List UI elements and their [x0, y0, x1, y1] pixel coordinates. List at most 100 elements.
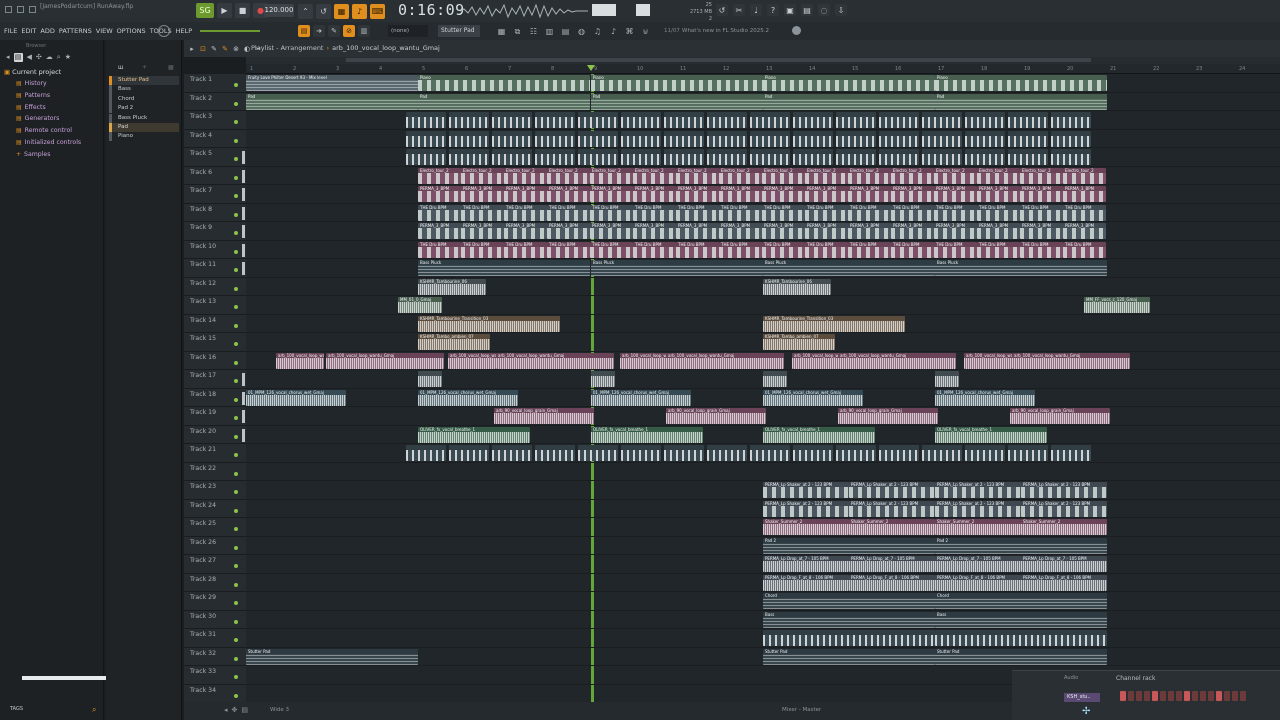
playlist-clip[interactable]: arb_100_vocal_loop_wantu_Gmaj — [964, 352, 1012, 369]
playlist-clip[interactable] — [879, 112, 919, 128]
playlist-clip[interactable]: THE Dru BPM — [418, 241, 461, 258]
collapse-icon[interactable]: ◀ — [27, 53, 32, 61]
playlist-clip[interactable]: PERMA_3_BPM — [1020, 223, 1063, 239]
playlist-clip[interactable]: PERMA_3_BPM — [504, 223, 547, 239]
playlist-clip[interactable] — [492, 130, 532, 147]
playlist-clip[interactable]: THE Dru BPM — [891, 241, 934, 258]
playlist-clip[interactable]: PERMA_3_BPM — [762, 223, 805, 239]
playlist-clip[interactable] — [578, 445, 618, 461]
track-mute-led[interactable] — [234, 286, 238, 291]
playlist-clip[interactable]: Electro_tour_2 — [719, 167, 762, 184]
playlist-clip[interactable]: 01_MPM_126_vocal_chorus_wet_Gmaj — [246, 389, 346, 406]
track-mute-led[interactable] — [234, 83, 238, 87]
playlist-clip[interactable]: PERMA_3_BPM — [676, 186, 719, 202]
draw-mode-icon[interactable]: ▤ — [298, 25, 310, 37]
playlist-clip[interactable]: Bass — [935, 611, 1107, 628]
playlist-clip[interactable] — [535, 445, 575, 461]
track-header[interactable]: Track 22 — [184, 463, 246, 481]
playlist-clip[interactable]: Pad 2 — [763, 537, 935, 554]
track-header[interactable]: Track 1 — [184, 74, 246, 93]
playlist-clip[interactable]: arb_100_vocal_loop_wantu_Gmaj — [620, 352, 668, 369]
playlist-clip[interactable] — [922, 149, 962, 165]
blend-notes-icon[interactable]: ♪ — [352, 4, 367, 19]
playlist-clip[interactable]: KSHMR_Tambo_ambien_07 — [763, 334, 835, 350]
playlist-clip[interactable]: Electro_tour_2 — [633, 167, 676, 184]
playlist-menu-icon[interactable]: ▸ — [188, 44, 196, 53]
playlist-clip[interactable]: Electro_tour_2 — [762, 167, 805, 184]
playlist-clip[interactable]: PERMA_3_BPM — [504, 186, 547, 202]
playlist-clip[interactable] — [879, 149, 919, 165]
track-header[interactable]: Track 30 — [184, 611, 246, 629]
playlist-clip[interactable]: PERMA_3_BPM — [891, 223, 934, 239]
playlist-clip[interactable] — [836, 112, 876, 128]
browser-all-icon[interactable]: ▤ — [13, 52, 23, 62]
playlist-clip[interactable]: THE Dru BPM — [1063, 241, 1106, 258]
playlist-clip[interactable]: Chord — [935, 593, 1107, 609]
playlist-clip[interactable] — [621, 149, 661, 165]
track-volume-bar[interactable] — [242, 410, 245, 423]
help-icon[interactable]: ? — [767, 4, 779, 16]
playlist-clip[interactable]: Bass Pluck — [591, 260, 763, 276]
playlist-clip[interactable] — [1051, 112, 1091, 128]
step-button[interactable] — [1200, 691, 1206, 701]
playlist-clip[interactable] — [1051, 130, 1091, 147]
playlist-clip[interactable]: PERMA_Lp Shaker_at 2 - 123 BPM — [1021, 500, 1107, 517]
timeline-ruler[interactable]: 1 2 3 4 5 6 7 8 9 10 11 12 13 14 15 16 17 18 19 20 21 22 23 24 — [246, 57, 1280, 74]
playlist-clip[interactable]: arb_100_vocal_loop_wantu_Gmaj — [326, 352, 444, 369]
picker-tab-main[interactable]: ш — [118, 64, 124, 71]
playlist-clip[interactable] — [793, 130, 833, 147]
playlist-clip[interactable]: PERMA_Lp Shaker_at 2 - 123 BPM — [849, 500, 935, 517]
playlist-clip[interactable]: Piano — [591, 75, 763, 91]
playlist-clip[interactable]: Electro_tour_2 — [504, 167, 547, 184]
playlist-clip[interactable]: KSHMR_Tambourine_Transition_03 — [418, 315, 560, 332]
playlist-clip[interactable] — [664, 130, 704, 147]
playlist-clip[interactable]: PERMA_3_BPM — [762, 186, 805, 202]
track-header[interactable]: Track 25 — [184, 518, 246, 537]
browser-item-samples[interactable]: + Samples — [4, 149, 103, 161]
playlist-clip[interactable] — [750, 112, 790, 128]
playlist-clip[interactable]: PERMA_Lp Shaker_at 2 - 123 BPM — [935, 500, 1021, 517]
playlist-clip[interactable]: Bass Pluck — [935, 260, 1107, 276]
track-header[interactable]: Track 23 — [184, 481, 246, 500]
playlist-clip[interactable]: THE Dru BPM — [762, 241, 805, 258]
playlist-clip[interactable]: KSHMR_Tambourine_06 — [418, 278, 486, 295]
track-volume-bar[interactable] — [242, 391, 245, 405]
step-button[interactable] — [1192, 691, 1198, 701]
tempo-display[interactable]: 120.000 — [264, 4, 294, 17]
step-button[interactable] — [1216, 691, 1222, 701]
track-volume-bar[interactable] — [242, 243, 245, 257]
track-mute-led[interactable] — [234, 138, 238, 143]
track-header[interactable]: Track 17 — [184, 370, 246, 389]
playlist-clip[interactable] — [1008, 445, 1048, 461]
playlist-clip[interactable] — [707, 112, 747, 128]
hint-bar[interactable]: What's new in FL Studio 2025.2 — [682, 28, 769, 34]
track-header[interactable]: Track 19 — [184, 407, 246, 426]
track-header[interactable]: Track 12 — [184, 278, 246, 296]
playlist-clip[interactable]: Electro_tour_2 — [1020, 167, 1063, 184]
track-header[interactable]: Track 32 — [184, 648, 246, 666]
step-button[interactable] — [1232, 691, 1238, 701]
step-button[interactable] — [1176, 691, 1182, 701]
playlist-clip[interactable]: Bass Pluck — [418, 260, 590, 276]
playlist-clip[interactable]: PERMA_Lp Drop_F_at_8 - 106 BPM — [1021, 574, 1107, 591]
playlist-clip[interactable]: arb_90_vocal_loop_grain_Gmaj — [838, 408, 938, 424]
playlist-clip[interactable] — [449, 130, 489, 147]
playlist-clip[interactable]: Shaker_Summer_2 — [849, 519, 935, 535]
playlist-clip[interactable]: Pad — [246, 93, 418, 110]
channel-item[interactable]: Bass Pluck — [109, 113, 179, 123]
playlist-clip[interactable]: PERMA_3_BPM — [676, 223, 719, 239]
playlist-clip[interactable]: THE Dru BPM — [719, 241, 762, 258]
playlist-clip[interactable]: Shaker_Summer_2 — [1021, 519, 1107, 535]
track-mute-led[interactable] — [234, 453, 238, 457]
track-header[interactable]: Track 29 — [184, 592, 246, 611]
step-edit-icon[interactable]: ▦ — [334, 4, 349, 19]
playlist-clip[interactable] — [965, 130, 1005, 147]
cloud-icon[interactable]: ☁ — [46, 53, 53, 61]
audio-icon[interactable]: ♪ — [608, 26, 619, 37]
playlist-clip[interactable]: PERMA_3_BPM — [633, 223, 676, 239]
playlist-clip[interactable] — [750, 130, 790, 147]
playlist-clip[interactable] — [879, 445, 919, 461]
playlist-clip[interactable]: KSHMR_Tambourine_Transition_03 — [763, 315, 905, 332]
track-header[interactable]: Track 16 — [184, 352, 246, 370]
stamp-icon[interactable]: ▥ — [358, 25, 370, 37]
